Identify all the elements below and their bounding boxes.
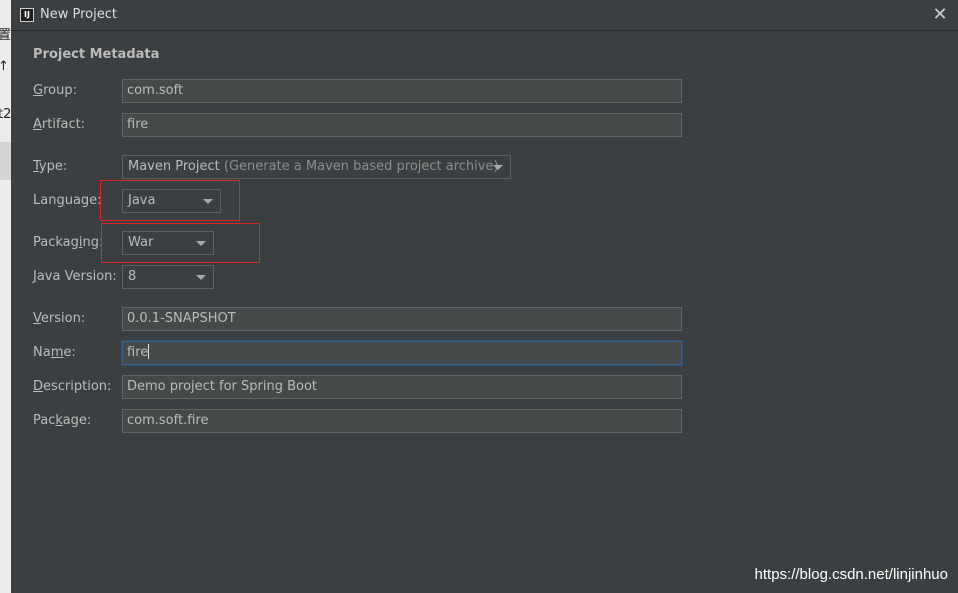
label-mnemonic: D [33,379,44,394]
java-version-label: Java Version: [33,269,117,284]
watermark: https://blog.csdn.net/linjinhuo [754,566,948,583]
label-text: ersion: [40,311,86,326]
label-text: ava Version: [36,269,117,284]
java-version-dropdown[interactable]: 8 [122,265,214,289]
package-label: Package: [33,413,91,428]
label-text: rtifact: [41,117,86,132]
chevron-down-icon [493,165,503,170]
type-value: Maven Project [128,159,220,174]
dialog-titlebar: IJ New Project ✕ [11,0,958,31]
name-label: Name: [33,345,76,360]
label-mnemonic: k [55,413,63,428]
annotation-highlight-box [101,223,260,263]
label-text: roup: [43,83,77,98]
version-label: Version: [33,311,85,326]
label-mnemonic: V [33,311,41,326]
label-text: uage: [64,193,102,208]
description-field[interactable]: Demo project for Spring Boot [122,375,682,399]
dialog-title: New Project [40,7,117,22]
background-window-strip: 置 ↑ t2 [0,0,11,593]
description-label: Description: [33,379,111,394]
intellij-app-icon: IJ [20,8,34,22]
label-mnemonic: g [56,193,65,208]
type-dropdown[interactable]: Maven Project (Generate a Maven based pr… [122,155,511,179]
label-text: Lan [33,193,57,208]
close-icon[interactable]: ✕ [930,4,950,26]
label-text: e: [63,345,76,360]
text-caret [148,344,150,359]
label-text: ype: [38,159,68,174]
group-field[interactable]: com.soft [122,79,682,103]
background-band [0,142,11,180]
type-label: Type: [33,159,67,174]
packaging-label: Packaging: [33,235,103,250]
background-text-fragment: t2 [0,107,12,122]
type-hint: (Generate a Maven based project archive) [223,159,499,174]
name-value: fire [127,345,149,360]
chevron-down-icon [196,275,206,280]
label-text: Packag [33,235,79,250]
background-text-fragment: ↑ [0,59,9,74]
name-field[interactable]: fire [122,341,682,365]
version-field[interactable]: 0.0.1-SNAPSHOT [122,307,682,331]
artifact-field[interactable]: fire [122,113,682,137]
language-label: Language: [33,193,102,208]
group-label: Group: [33,83,77,98]
artifact-label: Artifact: [33,117,85,132]
label-text: Na [33,345,51,360]
label-mnemonic: m [50,345,64,360]
section-title: Project Metadata [33,47,160,62]
package-field[interactable]: com.soft.fire [122,409,682,433]
label-text: escription: [43,379,112,394]
annotation-highlight-box [100,180,240,221]
label-mnemonic: G [33,83,44,98]
label-text: Pac [33,413,56,428]
label-text: age: [62,413,92,428]
label-mnemonic: A [33,117,42,132]
java-version-value: 8 [128,269,137,284]
